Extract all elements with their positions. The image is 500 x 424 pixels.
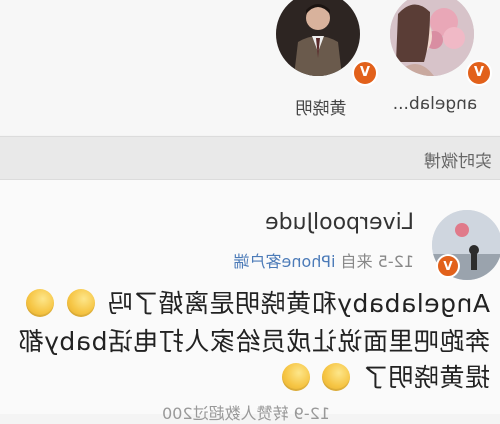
emoji-icon [281, 363, 310, 391]
user-name[interactable]: angelab... [380, 94, 490, 114]
emoji-icon [322, 363, 351, 391]
user-card-huang-xiaoming[interactable]: V 黄晓明 [256, 0, 378, 130]
post-text-line: 奔跑吧里面说让成员给家人打电话baby都 [18, 322, 490, 358]
user-card-angelababy[interactable]: V angelab... [370, 0, 492, 130]
post-source-prefix: 来自 [340, 252, 373, 271]
mirrored-screen: V angelab... V 黄晓明 实时微博 V LiverpoolJude … [0, 0, 500, 423]
post-username[interactable]: LiverpoolJude [265, 210, 414, 235]
post-text: Angelababy和黄晓明是离婚了吗 [107, 289, 490, 318]
post-text-line: Angelababy和黄晓明是离婚了吗 [26, 284, 490, 320]
related-users-strip: V angelab... V 黄晓明 [0, 0, 500, 135]
post-date: 12-5 [377, 252, 414, 271]
avatar-photo [276, 0, 360, 76]
post-text: 提黄晓明了 [362, 363, 490, 392]
emoji-icon [26, 289, 55, 317]
verified-badge-icon: V [352, 60, 378, 86]
verified-badge-icon: V [466, 60, 492, 86]
weibo-post[interactable]: V LiverpoolJude 12-5 来自 iPhone客户端 Angela… [0, 180, 500, 423]
user-name[interactable]: 黄晓明 [266, 94, 376, 119]
post-meta: 12-5 来自 iPhone客户端 [233, 248, 414, 272]
verified-badge-icon: V [436, 254, 460, 278]
post-text: 奔跑吧里面说让成员给家人打电话baby都 [18, 327, 490, 356]
emoji-icon [66, 289, 95, 317]
section-title: 实时微博 [424, 152, 492, 172]
post-text-line: 提黄晓明了 [281, 358, 490, 394]
post-source[interactable]: iPhone客户端 [233, 252, 335, 271]
avatar[interactable] [276, 0, 360, 76]
section-header: 实时微博 [0, 136, 500, 180]
avatar-photo [390, 0, 474, 76]
avatar[interactable] [390, 0, 474, 76]
post-footer: 12-9 转赞人数超过200 [162, 404, 330, 423]
